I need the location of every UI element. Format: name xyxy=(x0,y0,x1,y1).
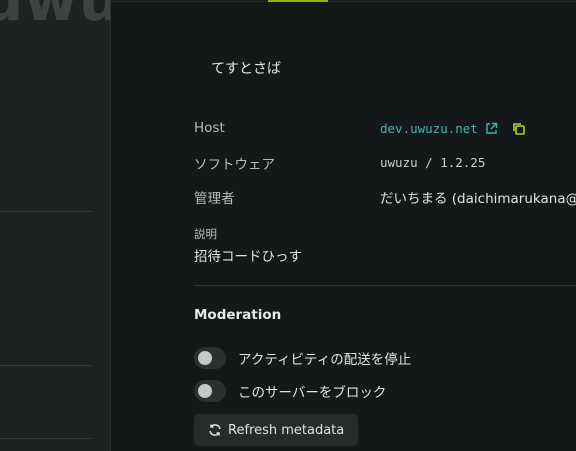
sidebar-divider xyxy=(0,365,92,366)
moderation-title: Moderation xyxy=(194,307,282,323)
block-server-row: このサーバーをブロック xyxy=(194,380,386,402)
sidebar-divider xyxy=(0,438,92,439)
suspend-delivery-toggle[interactable] xyxy=(194,347,226,369)
sidebar-divider xyxy=(0,211,92,212)
block-server-toggle[interactable] xyxy=(194,380,226,402)
block-server-label: このサーバーをブロック xyxy=(238,385,387,401)
software-label: ソフトウェア xyxy=(194,157,275,173)
instance-panel: てすとさば Host dev.uwuzu.net ソフトウェア uwuzu / … xyxy=(111,0,576,451)
instance-name: てすとさば xyxy=(211,61,281,77)
copy-icon[interactable] xyxy=(512,122,526,139)
host-label: Host xyxy=(194,120,225,136)
description-label: 説明 xyxy=(194,227,217,241)
admin-value: だいちまる (daichimarukana@g xyxy=(380,191,576,207)
software-value: uwuzu / 1.2.25 xyxy=(380,155,486,170)
host-value-row: dev.uwuzu.net xyxy=(380,121,526,139)
suspend-delivery-label: アクティビティの配送を停止 xyxy=(238,352,412,368)
toggle-knob xyxy=(198,351,212,365)
refresh-icon xyxy=(209,424,221,436)
sidebar: uwuzu ⁄ xyxy=(0,0,111,451)
external-link-icon[interactable] xyxy=(485,122,498,139)
section-divider xyxy=(194,285,576,286)
logo: uwuzu xyxy=(0,0,110,34)
refresh-metadata-label: Refresh metadata xyxy=(228,422,345,438)
refresh-metadata-button[interactable]: Refresh metadata xyxy=(194,414,359,446)
suspend-delivery-row: アクティビティの配送を停止 xyxy=(194,347,411,369)
description-value: 招待コードひっす xyxy=(194,249,302,265)
admin-label: 管理者 xyxy=(194,191,235,207)
host-link[interactable]: dev.uwuzu.net xyxy=(380,121,478,136)
toggle-knob xyxy=(198,384,212,398)
